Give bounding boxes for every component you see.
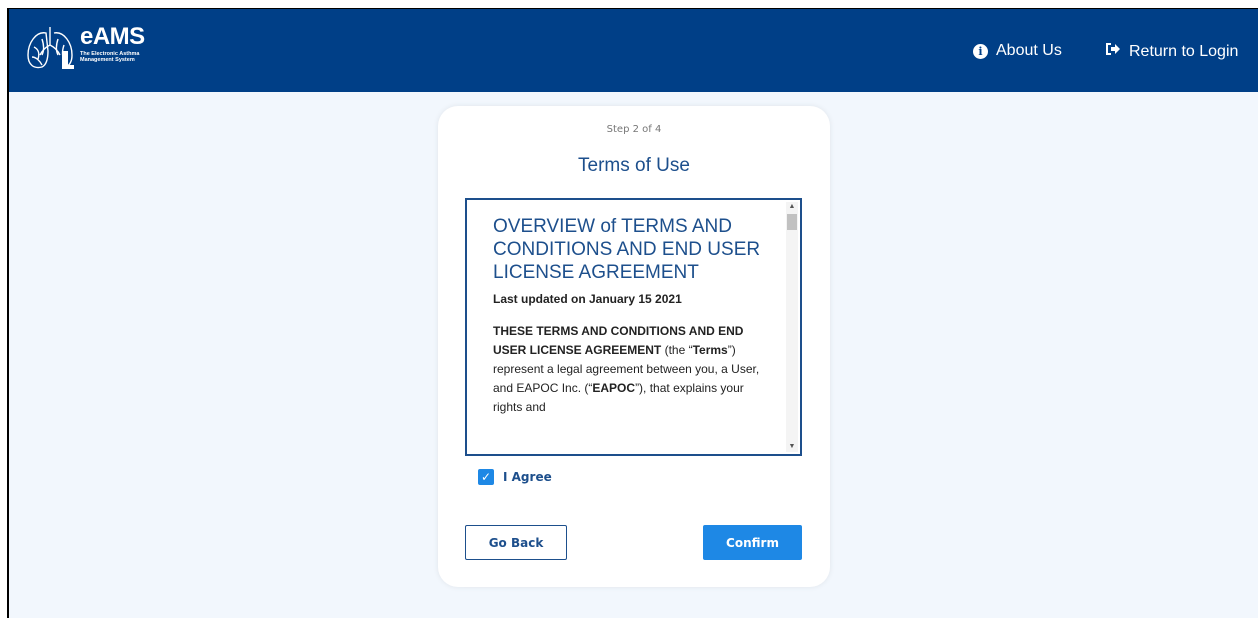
top-navbar: eAMS The Electronic Asthma Management Sy… — [9, 9, 1258, 92]
terms-scrollbar[interactable]: ▲ ▼ — [786, 202, 798, 452]
terms-card: Step 2 of 4 Terms of Use OVERVIEW of TER… — [438, 106, 830, 587]
page-title: Terms of Use — [578, 155, 690, 176]
scroll-thumb[interactable] — [787, 214, 797, 230]
scroll-down-arrow-icon[interactable]: ▼ — [786, 442, 798, 452]
logo-subtitle: The Electronic Asthma Management System — [80, 51, 140, 63]
agree-label[interactable]: I Agree — [503, 470, 552, 484]
about-us-label: About Us — [996, 42, 1062, 59]
agree-checkbox-row[interactable]: ✓ I Agree — [478, 469, 552, 485]
go-back-button[interactable]: Go Back — [465, 525, 567, 560]
logo-title: eAMS — [80, 23, 145, 50]
agree-checkbox[interactable]: ✓ — [478, 469, 494, 485]
about-us-link[interactable]: i About Us — [973, 42, 1062, 60]
terms-bold-2: Terms — [692, 343, 728, 357]
info-circle-icon: i — [973, 43, 988, 59]
return-to-login-link[interactable]: Return to Login — [1105, 42, 1238, 61]
terms-scroll-box[interactable]: OVERVIEW of TERMS AND CONDITIONS AND END… — [465, 198, 802, 456]
return-to-login-label: Return to Login — [1129, 42, 1239, 60]
eams-logo[interactable]: eAMS The Electronic Asthma Management Sy… — [24, 25, 160, 71]
scroll-up-arrow-icon[interactable]: ▲ — [786, 202, 798, 212]
terms-content: OVERVIEW of TERMS AND CONDITIONS AND END… — [493, 215, 763, 417]
app-frame: eAMS The Electronic Asthma Management Sy… — [7, 8, 1258, 618]
step-indicator: Step 2 of 4 — [606, 124, 662, 135]
terms-updated-date: Last updated on January 15 2021 — [493, 292, 682, 306]
terms-text-1: (the “ — [661, 343, 693, 357]
terms-heading: OVERVIEW of TERMS AND CONDITIONS AND END… — [493, 216, 761, 283]
sign-out-icon — [1105, 42, 1121, 61]
lungs-icon — [27, 27, 74, 69]
logo-text: eAMS The Electronic Asthma Management Sy… — [80, 23, 160, 64]
terms-body: THESE TERMS AND CONDITIONS AND END USER … — [493, 322, 763, 417]
terms-bold-3: EAPOC — [592, 381, 636, 395]
confirm-button[interactable]: Confirm — [703, 525, 802, 560]
